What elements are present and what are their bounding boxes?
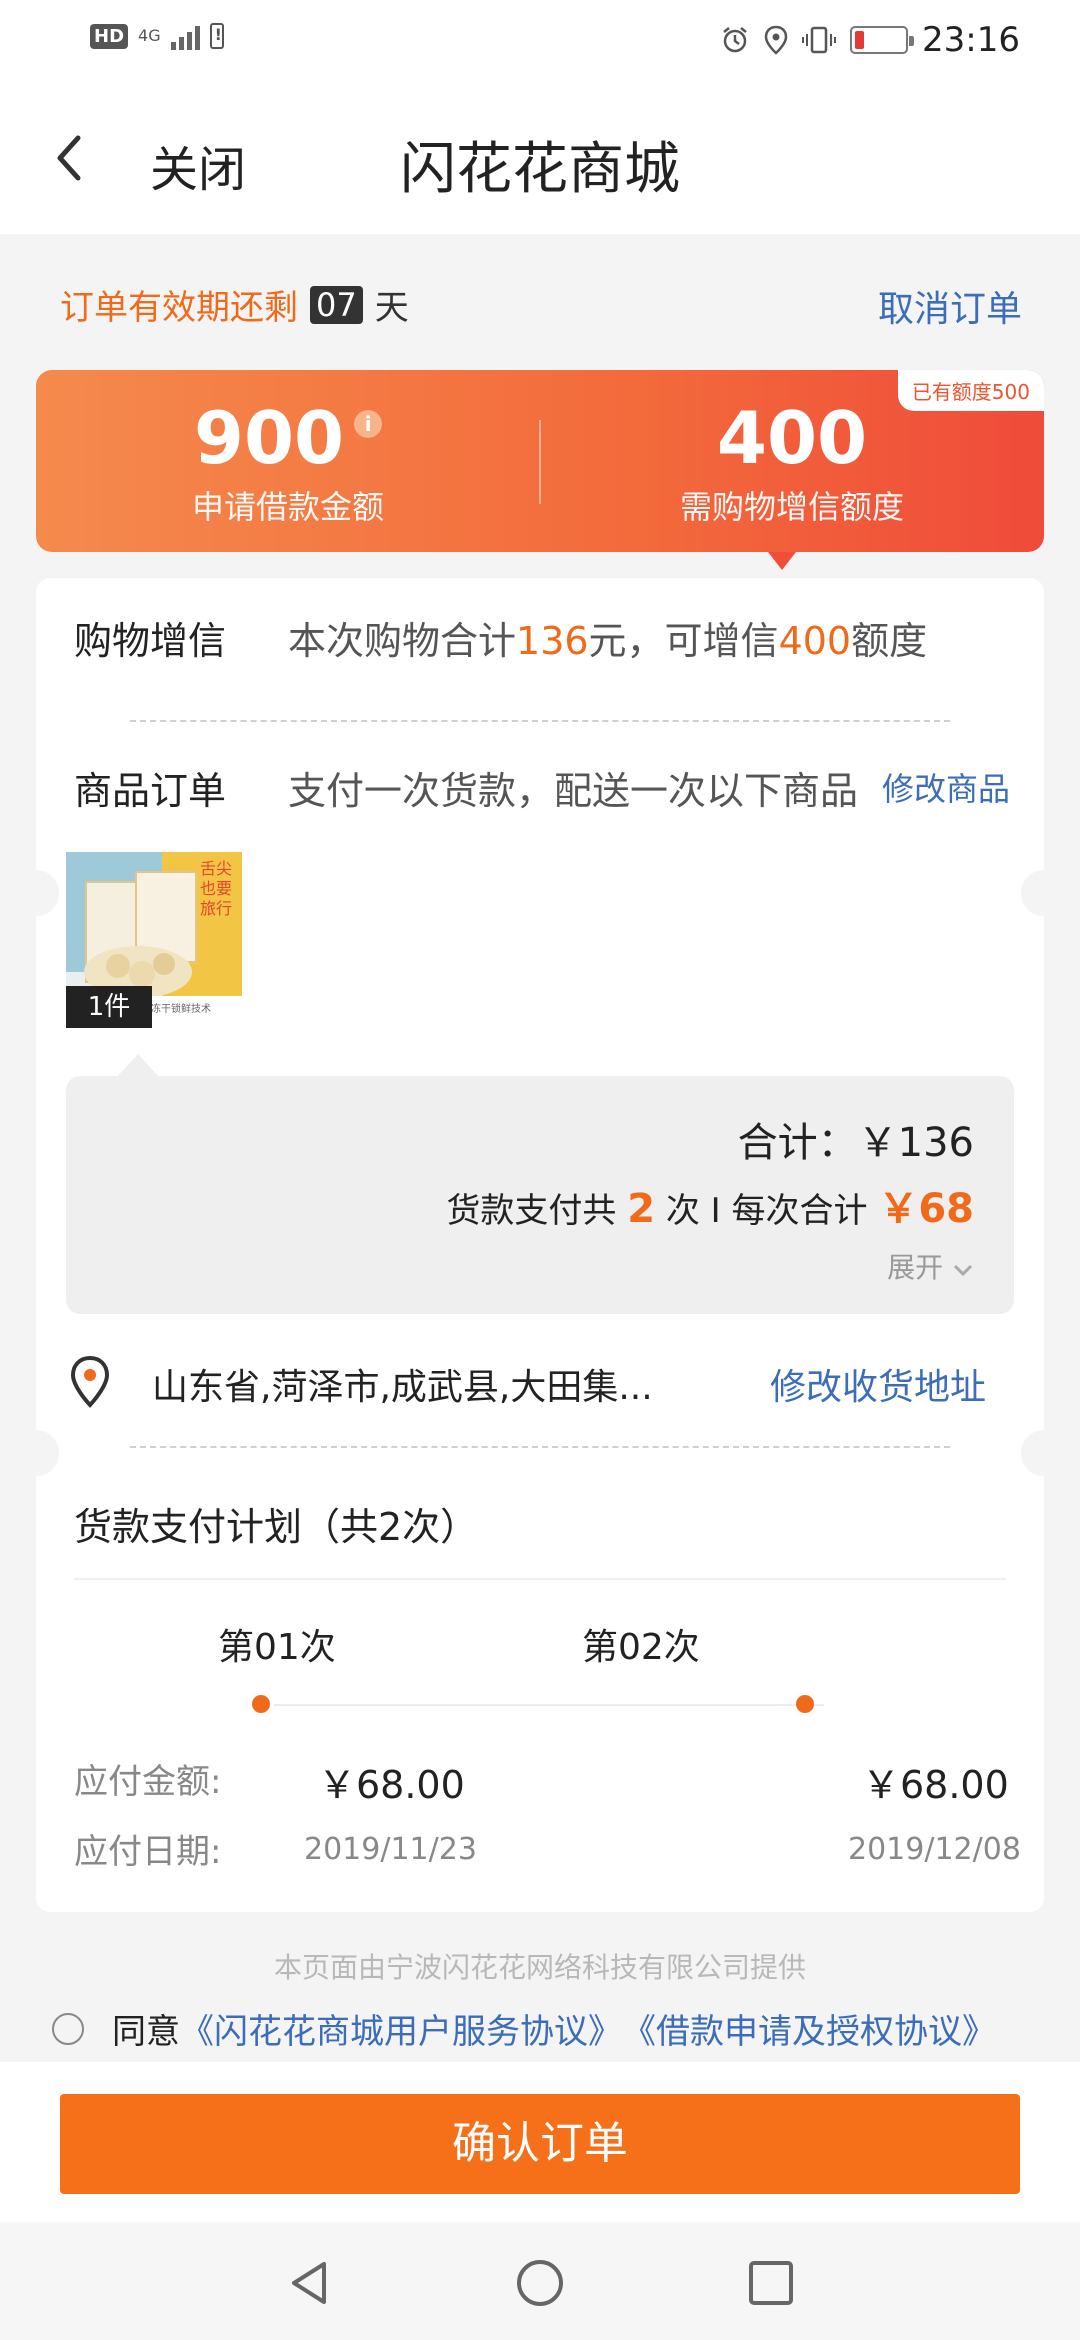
confirm-order-button[interactable]: 确认订单 bbox=[60, 2094, 1020, 2194]
shipping-address: 山东省,菏泽市,成武县,大田集... bbox=[152, 1367, 653, 1408]
timeline-dot bbox=[796, 1695, 814, 1713]
order-total: 合计：￥136 bbox=[738, 1110, 974, 1168]
nav-back-icon[interactable] bbox=[284, 2258, 334, 2308]
agree-label: 同意 bbox=[112, 2012, 180, 2052]
summary-pointer bbox=[116, 1054, 160, 1078]
location-pin-icon bbox=[70, 1356, 110, 1408]
chevron-down-icon bbox=[953, 1264, 973, 1277]
loan-authorization-agreement-link[interactable]: 《借款申请及授权协议》 bbox=[622, 2004, 996, 2053]
card-notch bbox=[13, 1430, 59, 1476]
pay-count: 2 bbox=[627, 1186, 656, 1232]
cancel-order-link[interactable]: 取消订单 bbox=[878, 280, 1022, 332]
nav-home-icon[interactable] bbox=[515, 2258, 565, 2308]
nav-recents-icon[interactable] bbox=[746, 2258, 796, 2308]
network-type: 4G bbox=[138, 26, 161, 45]
dashed-divider bbox=[130, 1446, 950, 1448]
installment-1-date: 2019/11/23 bbox=[304, 1832, 477, 1867]
date-label: 应付日期: bbox=[74, 1832, 222, 1872]
alarm-icon bbox=[723, 27, 747, 53]
product-image-caption: 冻干锁鲜技术 bbox=[151, 1002, 211, 1015]
loan-banner: 900 i 申请借款金额 400 需购物增信额度 已有额度500 bbox=[36, 370, 1044, 552]
timeline-line bbox=[274, 1704, 824, 1706]
hd-icon: HD bbox=[90, 23, 129, 49]
modify-goods-link[interactable]: 修改商品 bbox=[882, 764, 1010, 810]
card-notch bbox=[13, 870, 59, 916]
status-right: 23:16 bbox=[720, 20, 1020, 60]
pay-each: ￥68 bbox=[878, 1186, 974, 1232]
status-left: HD 4G bbox=[90, 22, 224, 50]
installment-1-title: 第01次 bbox=[218, 1627, 336, 1668]
product-thumbnail[interactable]: 舌尖 也要 旅行 冻干锁鲜技术 1件 bbox=[66, 852, 242, 1028]
battery-icon bbox=[850, 26, 915, 54]
quantity-tag: 1件 bbox=[66, 986, 152, 1028]
dashed-divider bbox=[130, 720, 950, 722]
installment-2-amount: ￥68.00 bbox=[862, 1763, 1009, 1807]
order-card: 购物增信 本次购物合计136元，可增信400额度 商品订单 支付一次货款，配送一… bbox=[13, 578, 1067, 1912]
vibrate-icon bbox=[802, 26, 837, 54]
total-label: 合计： bbox=[737, 1120, 858, 1166]
timeline-dot bbox=[252, 1695, 270, 1713]
validity-days: 07 bbox=[310, 285, 363, 324]
page-title: 闪花花商城 bbox=[400, 137, 680, 202]
credit-row-text: 本次购物合计136元，可增信400额度 bbox=[288, 610, 927, 665]
agreement-row: 同意 《闪花花商城用户服务协议》 《借款申请及授权协议》 bbox=[52, 2004, 996, 2053]
system-nav-bar bbox=[0, 2222, 1080, 2340]
divider bbox=[74, 1578, 1006, 1580]
installment-1-amount: ￥68.00 bbox=[318, 1763, 465, 1807]
total-value: ￥136 bbox=[857, 1120, 974, 1166]
credit-amount-label: 需购物增信额度 bbox=[679, 488, 904, 526]
expand-label: 展开 bbox=[887, 1251, 944, 1284]
product-image-text: 也要 bbox=[200, 879, 232, 898]
app-header: 关闭 闪花花商城 bbox=[0, 84, 1080, 234]
goods-row-label: 商品订单 bbox=[74, 769, 227, 813]
pay-middle: 次 I 每次合计 bbox=[665, 1191, 868, 1231]
purchase-amount: 136 bbox=[516, 619, 589, 663]
credit-text-1: 本次购物合计 bbox=[288, 619, 517, 663]
credit-text-2: 元，可增信 bbox=[588, 619, 779, 663]
card-notch bbox=[1021, 870, 1067, 916]
order-summary: 合计：￥136 货款支付共 2 次 I 每次合计 ￥68 展开 bbox=[66, 1076, 1014, 1314]
modify-address-link[interactable]: 修改收货地址 bbox=[770, 1358, 986, 1410]
signal-icon bbox=[170, 22, 200, 50]
info-icon[interactable]: i bbox=[354, 410, 383, 438]
product-image-text: 旅行 bbox=[200, 899, 232, 918]
provider-note: 本页面由宁波闪花花网络科技有限公司提供 bbox=[273, 1951, 806, 1984]
expand-button[interactable]: 展开 bbox=[887, 1246, 974, 1286]
payment-breakdown: 货款支付共 2 次 I 每次合计 ￥68 bbox=[446, 1176, 974, 1234]
order-validity: 订单有效期还剩 07 天 bbox=[60, 280, 409, 329]
payment-plan-title: 货款支付计划（共2次） bbox=[74, 1505, 479, 1549]
credit-text-3: 额度 bbox=[851, 619, 928, 663]
status-time: 23:16 bbox=[922, 20, 1020, 60]
close-button[interactable]: 关闭 bbox=[150, 130, 246, 200]
loan-amount-block: 900 i 申请借款金额 bbox=[36, 396, 540, 528]
agree-radio[interactable] bbox=[52, 2012, 84, 2045]
installment-2-date: 2019/12/08 bbox=[848, 1832, 1021, 1867]
loan-amount-label: 申请借款金额 bbox=[191, 488, 384, 526]
banner-pointer bbox=[768, 552, 796, 570]
amount-label: 应付金额: bbox=[74, 1762, 222, 1802]
location-icon bbox=[764, 25, 788, 55]
pay-prefix: 货款支付共 bbox=[446, 1191, 617, 1231]
status-bar: HD 4G 23:16 bbox=[0, 0, 1080, 84]
validity-prefix: 订单有效期还剩 bbox=[60, 288, 298, 328]
credit-row-label: 购物增信 bbox=[74, 619, 227, 663]
validity-days-unit: 天 bbox=[374, 288, 409, 328]
credit-amount-block: 400 需购物增信额度 bbox=[540, 396, 1044, 528]
credit-increase: 400 bbox=[778, 619, 852, 663]
goods-row-text: 支付一次货款，配送一次以下商品 bbox=[288, 769, 859, 813]
existing-credit-badge: 已有额度500 bbox=[897, 370, 1044, 411]
loan-amount: 900 bbox=[193, 396, 345, 480]
user-service-agreement-link[interactable]: 《闪花花商城用户服务协议》 bbox=[180, 2004, 622, 2053]
alert-battery-icon bbox=[209, 23, 224, 49]
installment-2-title: 第02次 bbox=[582, 1627, 700, 1668]
card-notch bbox=[1021, 1430, 1067, 1476]
back-arrow-icon[interactable] bbox=[50, 128, 90, 188]
product-image-text: 舌尖 bbox=[200, 859, 232, 878]
